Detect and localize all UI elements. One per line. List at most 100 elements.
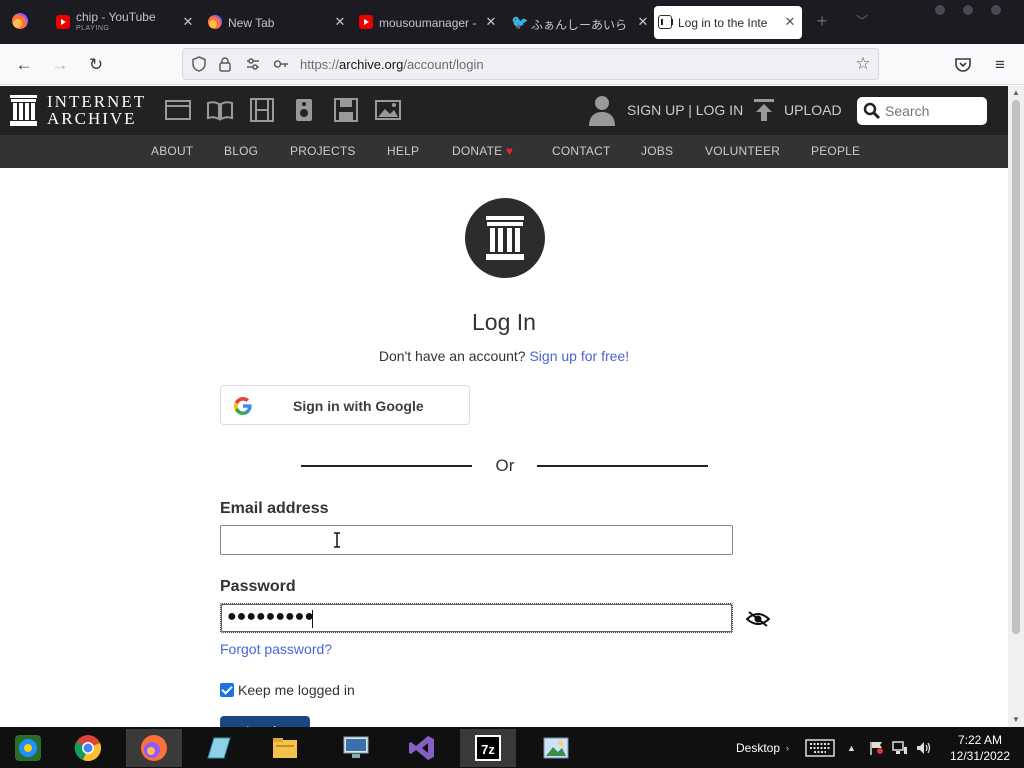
url-scheme: https:// <box>300 57 340 72</box>
upload-link[interactable]: UPLOAD <box>784 102 842 118</box>
taskbar-visual-studio[interactable] <box>394 729 450 767</box>
volume-icon[interactable] <box>916 741 932 755</box>
wordmark-line-2: ARCHIVE <box>47 109 137 128</box>
email-label: Email address <box>220 500 329 517</box>
permissions-icon[interactable] <box>245 56 261 72</box>
network-icon[interactable] <box>892 741 908 755</box>
tab-youtube-mousoumanager[interactable]: mousoumanager - ✕ <box>355 6 503 39</box>
tab-title: New Tab <box>228 16 275 30</box>
start-button[interactable] <box>0 729 56 767</box>
tab-new-tab[interactable]: New Tab ✕ <box>204 6 352 39</box>
taskbar-firefox[interactable] <box>126 729 182 767</box>
web-icon[interactable] <box>165 98 191 122</box>
tab-title: Log in to the Inte <box>678 16 768 30</box>
tab-youtube-chip[interactable]: chip - YouTube PLAYING ✕ <box>52 6 200 39</box>
tab-twitter[interactable]: 🐦 ふぁんしーあいら ✕ <box>507 6 655 39</box>
ia-top-nav: INTERNET ARCHIVE SIGN UP | LOG IN UPLOAD <box>0 86 1008 135</box>
keep-logged-in-checkbox[interactable] <box>220 683 234 697</box>
bookmark-star-icon[interactable]: ☆ <box>855 55 871 72</box>
subnav-contact[interactable]: CONTACT <box>552 144 611 158</box>
subnav-volunteer[interactable]: VOLUNTEER <box>705 144 780 158</box>
forgot-password-link[interactable]: Forgot password? <box>220 641 332 657</box>
system-clock[interactable]: 7:22 AM 12/31/2022 <box>945 732 1015 764</box>
signup-login-link[interactable]: SIGN UP | LOG IN <box>627 102 743 118</box>
internet-archive-logo-icon[interactable] <box>10 95 37 126</box>
internet-archive-logo-icon <box>465 198 545 278</box>
reload-icon[interactable]: ↻ <box>84 53 108 77</box>
search-icon <box>863 102 881 120</box>
search-input[interactable] <box>885 102 981 120</box>
scroll-down-arrow-icon[interactable]: ▼ <box>1011 715 1021 725</box>
video-icon[interactable] <box>249 98 275 122</box>
back-arrow-icon[interactable]: ← <box>12 53 36 77</box>
audio-icon[interactable] <box>291 98 317 122</box>
url-text[interactable]: https://archive.org/account/login <box>300 57 484 72</box>
close-icon[interactable]: ✕ <box>180 14 196 30</box>
google-signin-button[interactable]: Sign in with Google <box>220 385 470 425</box>
tab-archive-login[interactable]: Log in to the Inte ✕ <box>654 6 802 39</box>
taskbar-file-explorer[interactable] <box>257 729 313 767</box>
subnav-donate[interactable]: DONATE ♥ <box>452 144 513 158</box>
new-tab-icon[interactable]: + <box>813 12 831 30</box>
touch-keyboard-icon[interactable] <box>805 739 835 757</box>
or-divider-text: Or <box>495 456 515 475</box>
chevron-right-icon[interactable]: › <box>786 741 789 755</box>
user-avatar-icon[interactable] <box>588 94 616 126</box>
login-submit-button[interactable]: Log in <box>220 716 310 727</box>
close-icon[interactable]: ✕ <box>332 14 348 30</box>
remote-desktop-icon <box>343 736 369 758</box>
shield-icon[interactable] <box>191 56 207 72</box>
scrollbar-thumb[interactable] <box>1012 100 1020 634</box>
password-field[interactable]: ●●●●●●●●● <box>220 603 733 633</box>
browser-tab-strip: chip - YouTube PLAYING ✕ New Tab ✕ mouso… <box>0 0 1024 44</box>
search-box[interactable] <box>857 97 987 125</box>
subnav-people[interactable]: PEOPLE <box>811 144 860 158</box>
password-masked-value: ●●●●●●●●● <box>227 608 314 625</box>
close-icon[interactable]: ✕ <box>782 14 798 30</box>
taskbar-remote-desktop[interactable] <box>328 729 384 767</box>
donate-label: DONATE <box>452 144 503 158</box>
chevron-down-icon[interactable]: ﹀ <box>853 12 871 30</box>
firefox-menu-icon[interactable] <box>12 13 28 29</box>
subnav-blog[interactable]: BLOG <box>224 144 258 158</box>
images-icon[interactable] <box>375 98 401 122</box>
taskbar-photos[interactable] <box>528 729 584 767</box>
minimize-window-button[interactable] <box>935 5 945 15</box>
forward-arrow-icon[interactable]: → <box>48 53 72 77</box>
ia-wordmark[interactable]: INTERNET ARCHIVE <box>47 93 146 127</box>
key-icon[interactable] <box>273 56 289 72</box>
subnav-projects[interactable]: PROJECTS <box>290 144 356 158</box>
close-icon[interactable]: ✕ <box>483 14 499 30</box>
url-bar[interactable]: https://archive.org/account/login ☆ <box>182 48 879 80</box>
close-window-button[interactable] <box>991 5 1001 15</box>
show-password-eye-icon[interactable] <box>746 611 770 627</box>
taskbar-7zip[interactable]: 7z <box>460 729 516 767</box>
close-icon[interactable]: ✕ <box>635 14 651 30</box>
subnav-help[interactable]: HELP <box>387 144 419 158</box>
internet-archive-icon <box>658 15 673 29</box>
action-center-flag-icon[interactable] <box>868 741 884 755</box>
lock-icon[interactable] <box>217 56 233 72</box>
taskbar-chrome[interactable] <box>60 729 116 767</box>
keep-logged-in-label[interactable]: Keep me logged in <box>238 682 355 698</box>
pocket-icon[interactable] <box>952 54 974 76</box>
email-field[interactable] <box>220 525 733 555</box>
firefox-icon <box>141 735 167 761</box>
maximize-window-button[interactable] <box>963 5 973 15</box>
software-icon[interactable] <box>333 98 359 122</box>
taskbar-notepad[interactable] <box>190 729 246 767</box>
signup-link[interactable]: Sign up for free! <box>529 348 629 364</box>
hamburger-menu-icon[interactable]: ≡ <box>988 53 1012 77</box>
subnav-jobs[interactable]: JOBS <box>641 144 673 158</box>
file-explorer-icon <box>273 738 297 758</box>
show-hidden-icons-chevron-icon[interactable]: ▲ <box>847 741 856 755</box>
text-cursor-icon <box>334 532 340 548</box>
subnav-about[interactable]: ABOUT <box>151 144 193 158</box>
svg-text:7z: 7z <box>481 742 495 757</box>
upload-icon[interactable] <box>753 98 775 122</box>
page-scrollbar[interactable]: ▲ ▼ <box>1008 86 1024 727</box>
desktop-toolbar-label[interactable]: Desktop <box>736 741 780 755</box>
scroll-up-arrow-icon[interactable]: ▲ <box>1011 88 1021 98</box>
texts-icon[interactable] <box>207 98 233 122</box>
divider-line-right <box>537 465 708 467</box>
